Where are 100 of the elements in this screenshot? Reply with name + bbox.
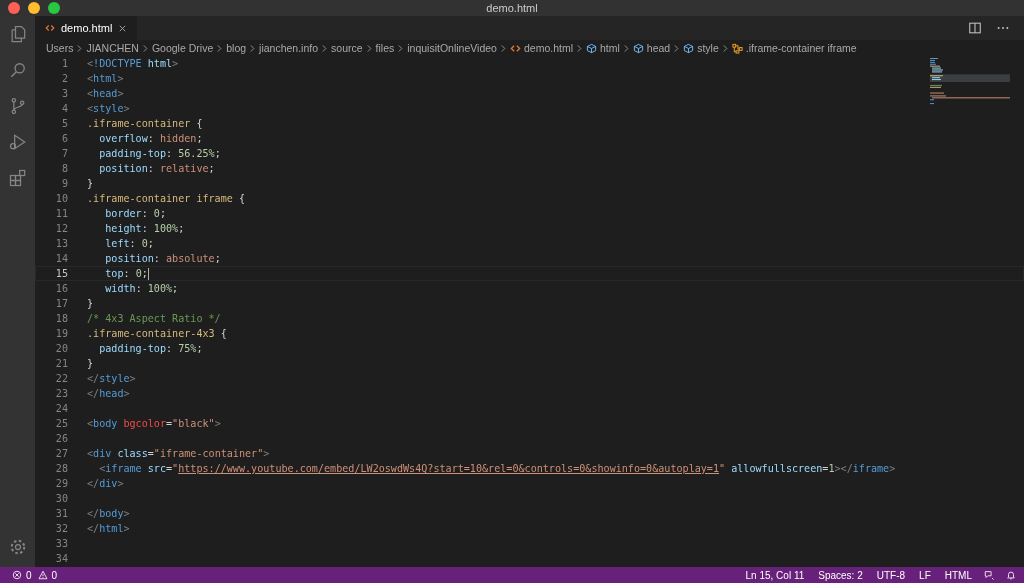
chevron-icon (321, 43, 329, 53)
extensions-icon[interactable] (7, 168, 28, 188)
code-line: height: 100%; (104, 223, 185, 234)
warning-count[interactable]: 0 (51, 569, 58, 581)
chevron-icon (499, 43, 507, 53)
breadcrumb-item[interactable]: inquisitOnlineVideo (407, 42, 497, 54)
error-count[interactable]: 0 (26, 569, 32, 581)
breadcrumb-item[interactable]: JIANCHEN (86, 42, 139, 54)
bell-icon[interactable] (1006, 570, 1016, 580)
run-debug-icon[interactable] (7, 132, 28, 152)
code-line: <!DOCTYPE html> (87, 58, 179, 69)
close-icon[interactable] (118, 23, 128, 33)
code-line: <div class="iframe-container"> (87, 448, 270, 459)
breadcrumb-item[interactable]: .iframe-container iframe (745, 42, 857, 54)
line-number: 19 (54, 328, 68, 339)
chevron-icon (141, 43, 149, 53)
minimize-window-button[interactable] (28, 2, 40, 14)
code-line: } (87, 298, 94, 309)
chevron-icon (721, 43, 729, 53)
window-title: demo.html (486, 2, 538, 14)
line-number: 29 (54, 478, 68, 489)
code-line: <html> (87, 73, 124, 84)
line-number: 25 (54, 418, 68, 429)
status-item[interactable]: Spaces: 2 (818, 569, 863, 581)
code-line: .iframe-container-4x3 { (87, 328, 227, 339)
breadcrumb-item[interactable]: style (697, 42, 719, 54)
code-line: border: 0; (104, 208, 166, 219)
code-line: <head> (87, 88, 124, 99)
line-number: 6 (60, 133, 68, 144)
breadcrumb-item[interactable]: jianchen.info (259, 42, 319, 54)
status-item[interactable]: HTML (944, 569, 972, 581)
line-number: 34 (54, 553, 68, 564)
chevron-icon (216, 43, 224, 53)
line-number: 12 (54, 223, 68, 234)
zoom-window-button[interactable] (48, 2, 60, 14)
code-line: <style> (87, 103, 130, 114)
breadcrumb-item[interactable]: blog (226, 42, 247, 54)
code-line: .iframe-container { (87, 118, 203, 129)
line-number: 7 (60, 148, 68, 159)
line-number: 24 (54, 403, 68, 414)
line-number: 28 (54, 463, 68, 474)
chevron-icon (365, 43, 373, 53)
code-line: position: absolute; (104, 253, 221, 264)
code-line: overflow: hidden; (98, 133, 203, 144)
code-line: </div> (87, 478, 124, 489)
status-item[interactable]: LF (919, 569, 931, 581)
code-line: </head> (87, 388, 130, 399)
line-number: 4 (60, 103, 68, 114)
code-line: } (87, 178, 94, 189)
line-number: 17 (54, 298, 68, 309)
cube-icon (586, 42, 597, 54)
chevron-icon (673, 43, 681, 53)
line-number: 20 (54, 343, 68, 354)
code-file-icon (509, 42, 521, 54)
breadcrumb-item[interactable]: Users (46, 42, 74, 54)
code-line: .iframe-container iframe { (87, 193, 245, 204)
line-number: 32 (54, 523, 68, 534)
line-number: 8 (60, 163, 68, 174)
chevron-icon (576, 43, 583, 53)
cube-icon (683, 42, 695, 54)
feedback-icon[interactable] (984, 570, 994, 580)
code-line: <body bgcolor="black"> (87, 418, 221, 429)
line-number: 15 (54, 268, 68, 279)
breadcrumb-item[interactable]: demo.html (523, 42, 573, 54)
code-line: <iframe src="https://www.youtube.com/embed/LW2oswdWs4Q?start=10&rel=0&controls=0&showinfo=0&autoplay=1" allowfullscreen=1></iframe> (98, 463, 896, 474)
line-number: 2 (60, 73, 68, 84)
breadcrumb-item[interactable]: source (331, 42, 363, 54)
code-line: padding-top: 56.25%; (98, 148, 221, 159)
tab-label: demo.html (61, 22, 113, 34)
structure-icon (731, 42, 743, 54)
line-number: 13 (54, 238, 68, 249)
editor-tab[interactable]: demo.html (35, 16, 138, 40)
code-line: width: 100%; (104, 283, 179, 294)
breadcrumb-item[interactable]: html (600, 42, 620, 54)
code-line: </body> (87, 508, 130, 519)
breadcrumb-item[interactable]: Google Drive (151, 42, 214, 54)
breadcrumb-item[interactable]: head (646, 42, 671, 54)
code-line: position: relative; (98, 163, 215, 174)
status-item[interactable]: UTF-8 (876, 569, 906, 581)
chevron-icon (397, 43, 405, 53)
code-file-icon (45, 23, 55, 33)
code-line: /* 4x3 Aspect Ratio */ (87, 313, 221, 324)
line-number: 18 (54, 313, 68, 324)
chevron-icon (76, 43, 84, 53)
breadcrumb-item[interactable]: files (375, 42, 395, 54)
line-number: 33 (54, 538, 68, 549)
warning-icon[interactable] (37, 570, 48, 580)
line-number: 26 (54, 433, 68, 444)
line-number: 16 (54, 283, 68, 294)
code-line: </html> (87, 523, 130, 534)
error-icon[interactable] (12, 570, 22, 580)
line-number: 22 (54, 373, 68, 384)
line-number: 30 (54, 493, 68, 504)
chevron-icon (622, 43, 630, 53)
close-window-button[interactable] (8, 2, 20, 14)
code-line: </style> (87, 373, 136, 384)
status-item[interactable]: Ln 15, Col 11 (745, 569, 805, 581)
line-number: 11 (54, 208, 68, 219)
code-line: } (87, 358, 94, 369)
split-editor-icon[interactable] (968, 21, 982, 35)
